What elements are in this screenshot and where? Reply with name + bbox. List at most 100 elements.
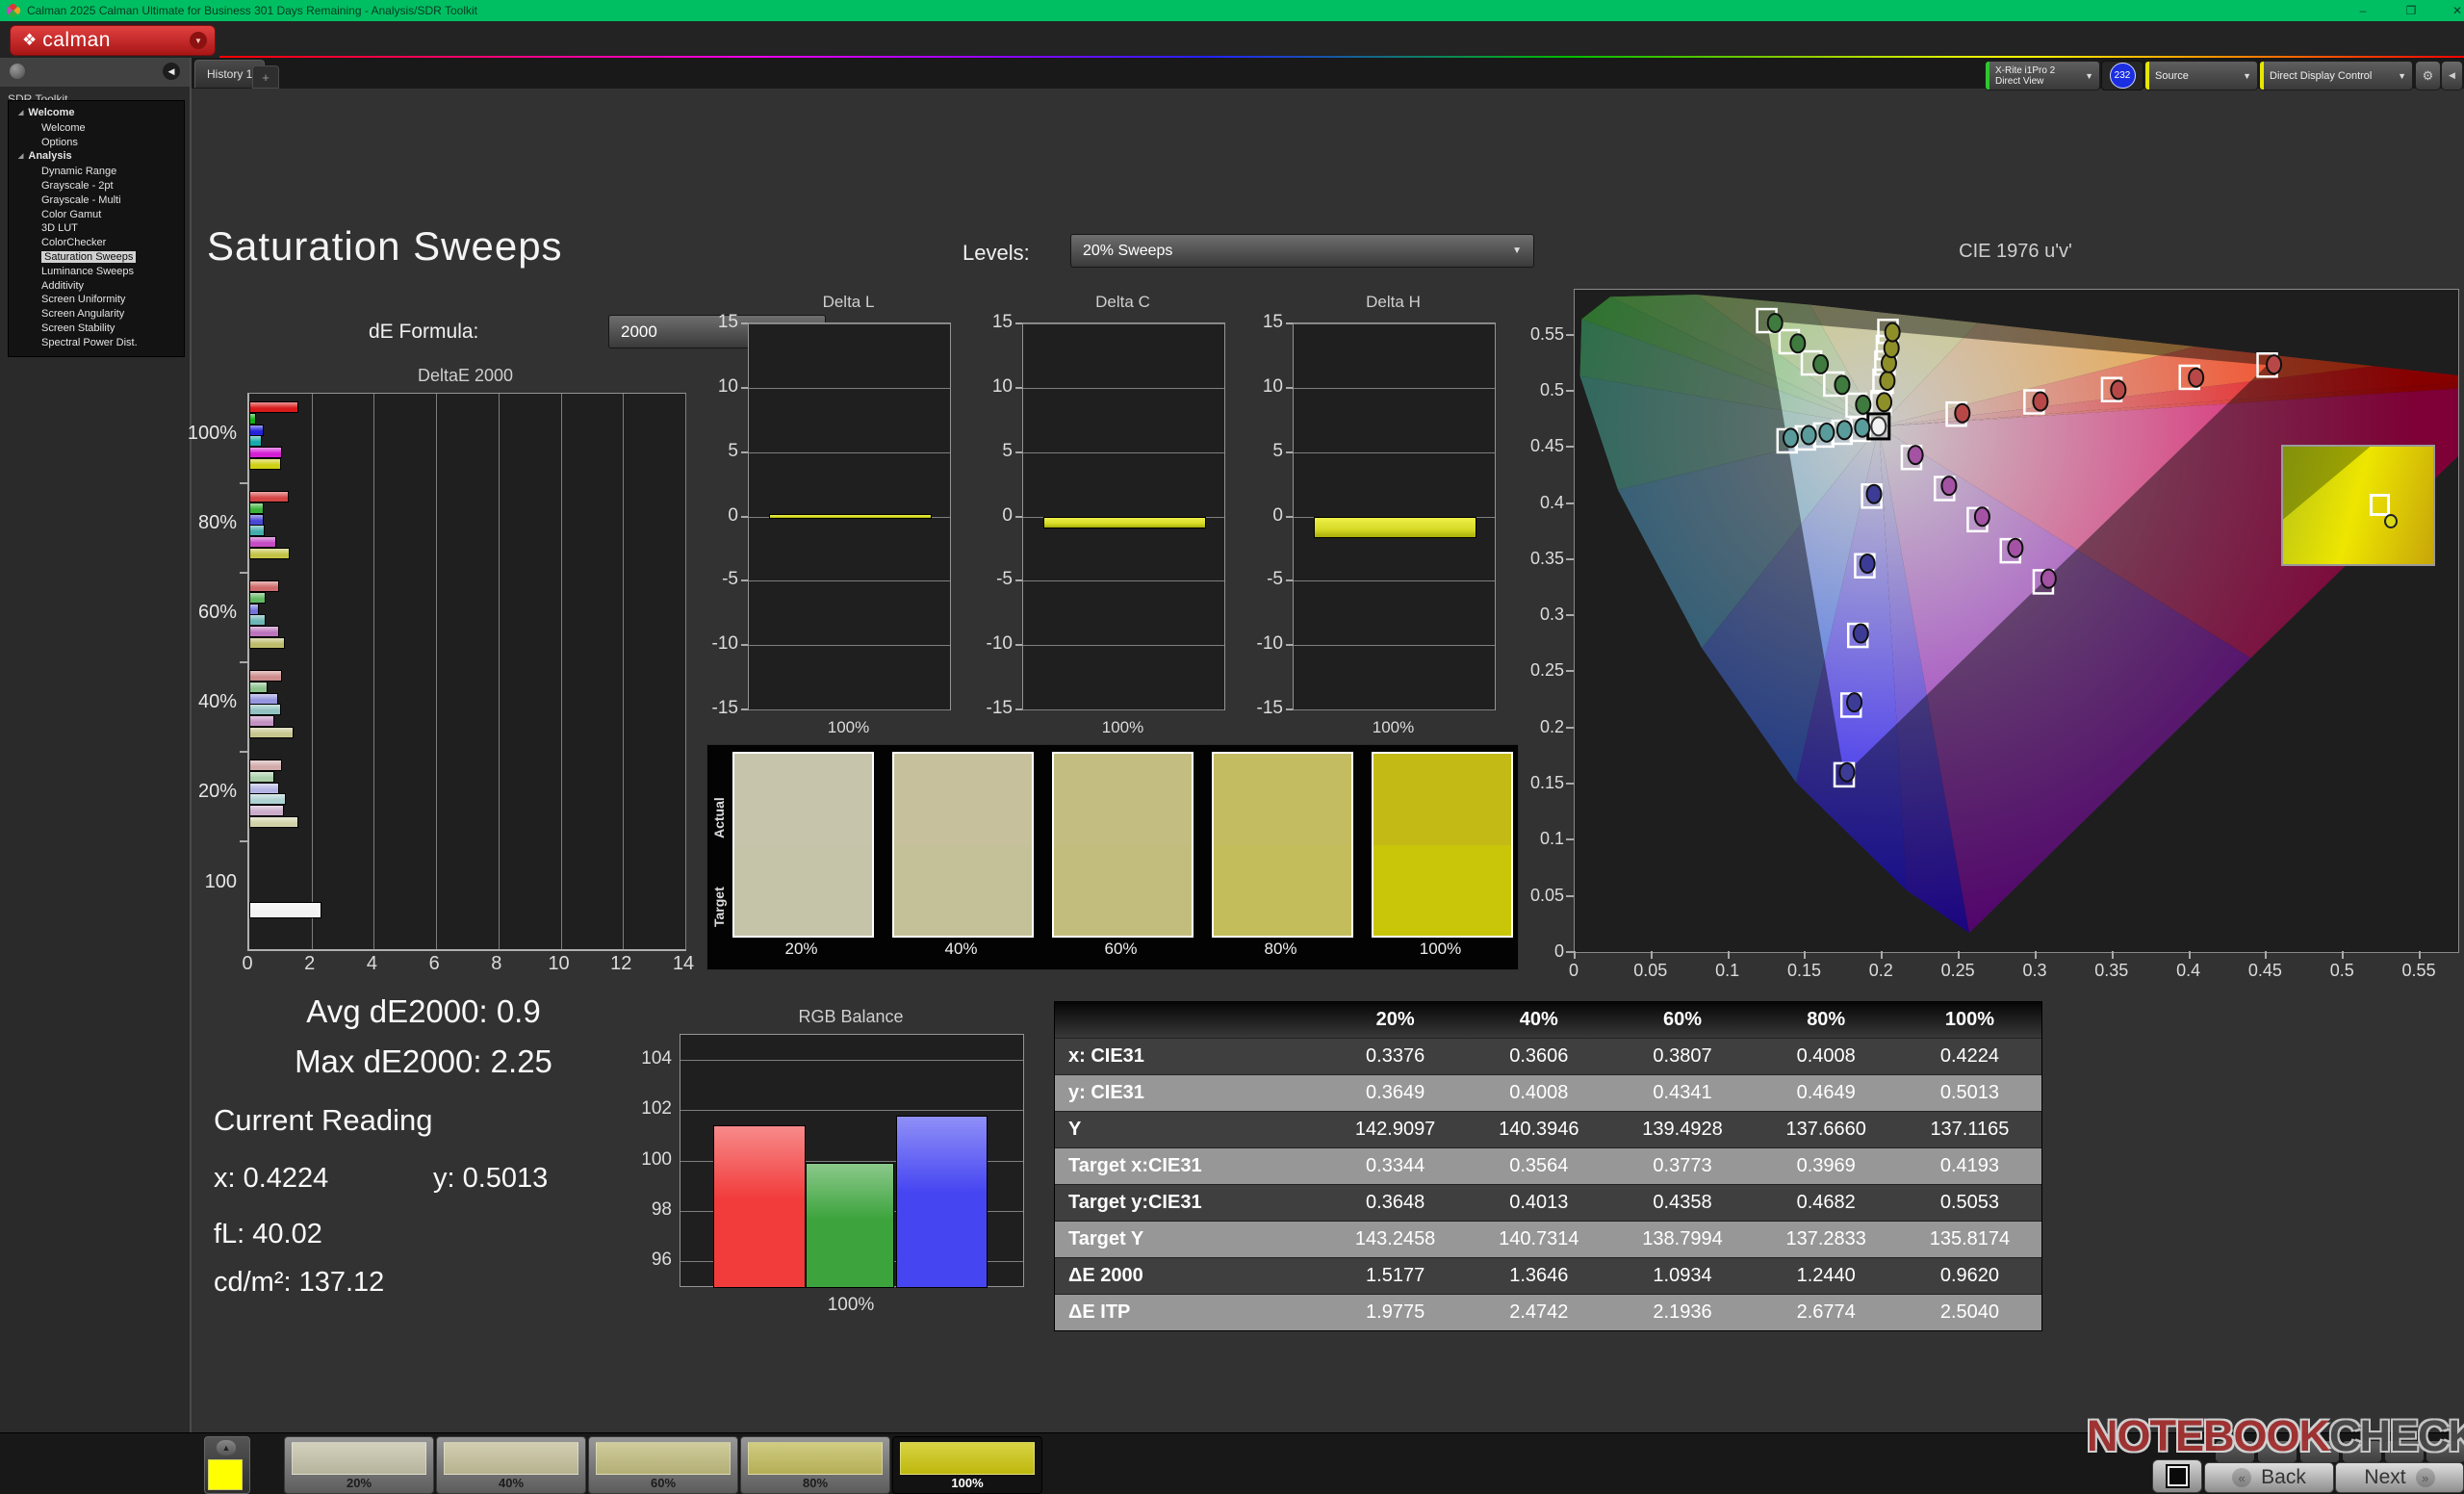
app-icon [7,4,20,17]
red-measured-marker [2267,355,2281,374]
x-axis-tick-label: 8 [477,953,516,975]
tile-swatch [900,1442,1035,1475]
table-cell: 2.4742 [1467,1301,1610,1324]
close-icon[interactable]: ✕ [2443,4,2464,17]
toolbar-ghost-button[interactable] [2216,1441,2254,1462]
y-axis-tick-label: 10 [1233,376,1283,398]
cie-y-tick-label: 0.1 [1514,829,1564,849]
sweep-tile-60%[interactable]: 60% [588,1436,738,1494]
actual-swatch [734,754,872,845]
table-cell: 0.3564 [1467,1155,1610,1177]
bar [1314,517,1476,538]
maximize-icon[interactable]: ❐ [2397,4,2426,17]
chevron-down-icon: ▼ [2398,71,2406,81]
gridline [749,452,950,453]
axis-tick [1015,387,1022,389]
chevron-up-icon[interactable]: ▲ [217,1440,236,1455]
table-cell: 0.4649 [1755,1082,1898,1104]
back-button[interactable]: « Back [2204,1462,2334,1493]
bar [249,502,264,514]
sidebar-item-luminance-sweeps[interactable]: Luminance Sweeps [9,265,184,279]
green-measured-marker [1768,314,1783,332]
y-axis-tick-label: 102 [622,1098,672,1120]
y-axis-tick-label: 15 [1233,312,1283,333]
blue-measured-marker [1839,763,1854,782]
tree-expand-icon[interactable]: ◢ [18,153,23,160]
sidebar-item-saturation-sweeps[interactable]: Saturation Sweeps [9,250,184,265]
sidebar-item-screen-stability[interactable]: Screen Stability [9,322,184,336]
y-axis-tick-label: -15 [688,698,738,719]
toolbar-ghost-button[interactable] [2385,1441,2424,1462]
table-row: Target x:CIE310.33440.35640.37730.39690.… [1055,1147,2041,1184]
toolbar-ghost-button[interactable] [2343,1441,2381,1462]
sidebar-item-dynamic-range[interactable]: Dynamic Range [9,165,184,179]
calman-menu-button[interactable]: ❖ calman ▼ [10,25,216,56]
table-cell: 0.4008 [1755,1045,1898,1068]
axis-tick [1566,838,1574,840]
sweep-tile-40%[interactable]: 40% [436,1436,586,1494]
sidebar-item-colorchecker[interactable]: ColorChecker [9,236,184,250]
table-row: ΔE 20001.51771.36461.09341.24400.9620 [1055,1257,2041,1294]
table-cell: 137.2833 [1755,1228,1898,1250]
sidebar-item-screen-angularity[interactable]: Screen Angularity [9,307,184,322]
levels-select[interactable]: 20% Sweeps▼ [1070,234,1534,268]
gridline [1023,709,1224,710]
actual-target-swatch-panel: Actual Target 20%40%60%80%100% [706,744,1519,970]
source-dropdown[interactable]: Source ▼ [2144,61,2258,90]
logo-bar: ❖ calman ▼ [0,21,2464,58]
table-cell: 0.9620 [1898,1265,2041,1287]
sweep-tile-80%[interactable]: 80% [740,1436,890,1494]
workflow-dot-button[interactable] [10,64,25,79]
sidebar-item-options[interactable]: Options [9,136,184,150]
sidebar-item-analysis[interactable]: ◢Analysis [9,149,184,165]
bar [249,626,279,637]
cie-y-tick-label: 0.55 [1514,324,1564,345]
group-label: 100% [169,423,237,445]
sidebar-item-3d-lut[interactable]: 3D LUT [9,221,184,236]
column-header: 100% [1898,1009,2041,1031]
delta_l-chart [748,322,951,710]
collapse-panel-button[interactable]: ◀ [2441,61,2463,90]
chevron-down-icon[interactable]: ▼ [190,32,207,49]
sidebar-item-grayscale-multi[interactable]: Grayscale - Multi [9,193,184,208]
tree-expand-icon[interactable]: ◢ [18,110,23,116]
table-row: ΔE ITP1.97752.47422.19362.67742.5040 [1055,1294,2041,1330]
axis-tick [1566,614,1574,616]
sidebar-item-welcome[interactable]: Welcome [9,121,184,136]
sidebar-item-label: Screen Uniformity [41,294,125,305]
cie-x-tick-label: 0.15 [1784,961,1823,981]
sweep-color-tile[interactable]: ▲ [204,1436,250,1494]
bar [249,536,276,548]
cie-y-tick-label: 0.2 [1514,717,1564,737]
toolbar-ghost-button[interactable] [2426,1441,2464,1462]
gridline [499,394,500,949]
bar [249,902,321,918]
sidebar-item-additivity[interactable]: Additivity [9,279,184,294]
bar [249,816,298,828]
sidebar-item-welcome[interactable]: ◢Welcome [9,106,184,121]
minimize-icon[interactable]: – [2348,4,2377,17]
next-button[interactable]: Next » [2335,1462,2464,1493]
sidebar-item-color-gamut[interactable]: Color Gamut [9,208,184,222]
cie-x-tick-label: 0.05 [1631,961,1670,981]
x-axis-label: 100% [680,1295,1022,1316]
sidebar-item-screen-uniformity[interactable]: Screen Uniformity [9,293,184,307]
cie-x-tick-label: 0 [1554,961,1593,981]
toolbar-ghost-button[interactable] [2300,1441,2339,1462]
toolbar-ghost-button[interactable] [2258,1441,2297,1462]
stop-button[interactable] [2152,1459,2202,1493]
cie-x-tick-label: 0.3 [2015,961,2054,981]
meter-name: X-Rite i1Pro 2 [1995,65,2055,76]
sidebar-item-spectral-power-dist[interactable]: Spectral Power Dist. [9,336,184,350]
sweep-tile-20%[interactable]: 20% [284,1436,434,1494]
sidebar-collapse-button[interactable]: ◀ [163,63,180,80]
display-control-dropdown[interactable]: Direct Display Control ▼ [2259,61,2413,90]
blue-measured-marker [1854,625,1868,643]
settings-button[interactable]: ⚙ [2415,61,2441,90]
meter-dropdown[interactable]: X-Rite i1Pro 2 Direct View ▼ [1985,61,2100,90]
green-measured-marker [1835,375,1849,394]
sweep-tile-100%[interactable]: 100% [892,1436,1042,1494]
bar [249,458,281,470]
sidebar-item-grayscale-2pt[interactable]: Grayscale - 2pt [9,179,184,193]
add-tab-button[interactable]: + [252,65,279,89]
